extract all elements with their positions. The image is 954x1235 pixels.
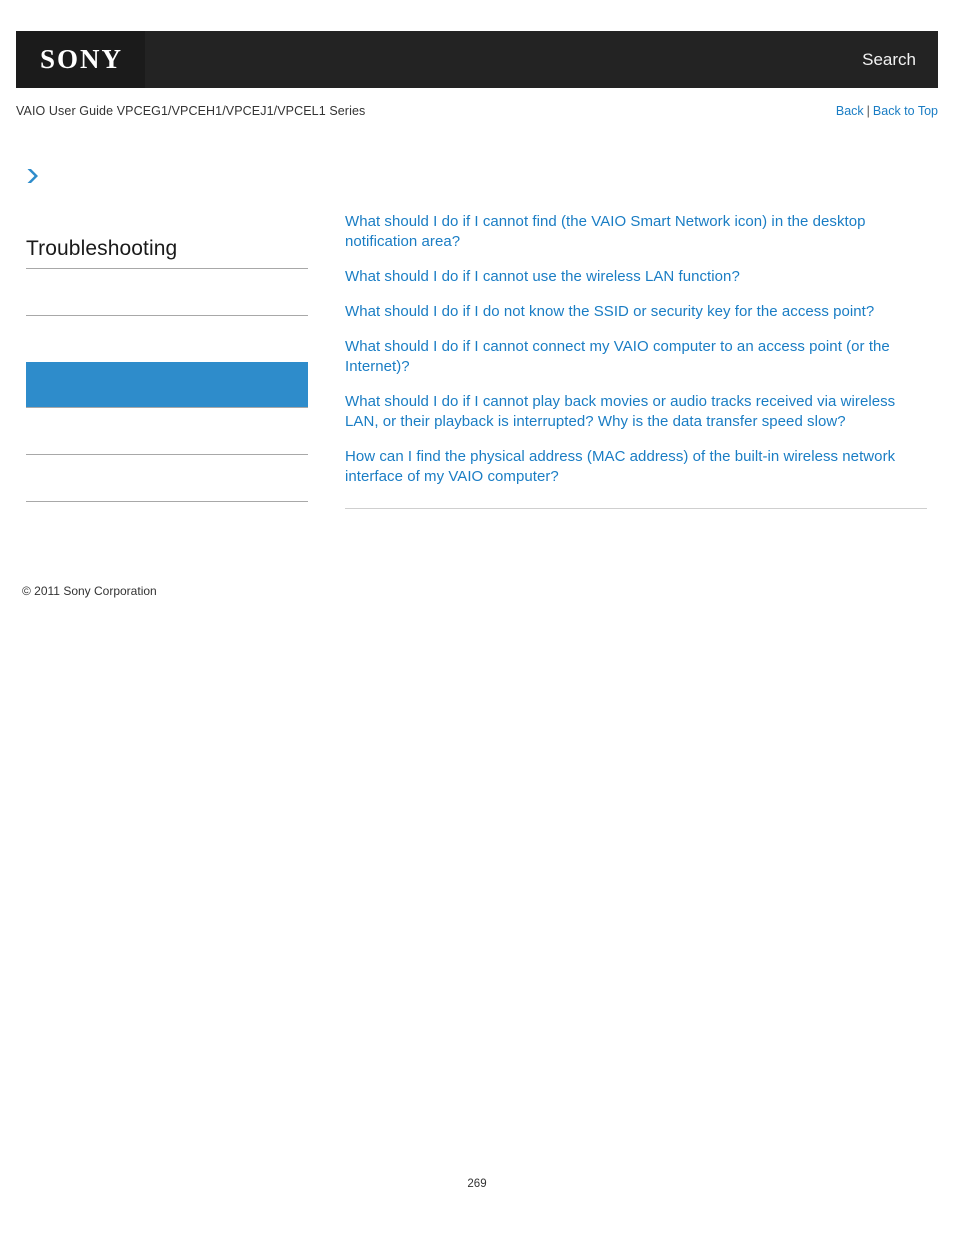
back-to-top-link[interactable]: Back to Top — [873, 104, 938, 118]
question-link[interactable]: What should I do if I do not know the SS… — [345, 302, 925, 322]
sidebar-item-active[interactable] — [26, 362, 308, 407]
breadcrumb[interactable] — [26, 168, 308, 198]
main-content: What should I do if I cannot find (the V… — [345, 212, 927, 509]
sidebar-item-2[interactable] — [26, 316, 308, 362]
nav-separator: | — [866, 104, 870, 118]
search-button[interactable]: Search — [862, 50, 938, 70]
sidebar: Troubleshooting — [26, 168, 308, 502]
content-divider — [345, 508, 927, 509]
back-link[interactable]: Back — [836, 104, 864, 118]
guide-title: VAIO User Guide VPCEG1/VPCEH1/VPCEJ1/VPC… — [16, 104, 366, 118]
header-nav-links: Back | Back to Top — [836, 104, 938, 118]
question-link[interactable]: How can I find the physical address (MAC… — [345, 447, 925, 487]
page-title: Troubleshooting — [26, 237, 178, 260]
chevron-right-icon — [27, 169, 38, 183]
sidebar-divider — [26, 501, 308, 502]
sidebar-item-4[interactable] — [26, 408, 308, 454]
page-number: 269 — [467, 1178, 487, 1190]
page-root: SONY Search VAIO User Guide VPCEG1/VPCEH… — [0, 0, 954, 1235]
guide-subheader: VAIO User Guide VPCEG1/VPCEH1/VPCEJ1/VPC… — [16, 100, 938, 122]
question-link[interactable]: What should I do if I cannot play back m… — [345, 392, 925, 432]
sidebar-item-1[interactable] — [26, 269, 308, 315]
sidebar-item-5[interactable] — [26, 455, 308, 501]
site-header: SONY Search — [16, 31, 938, 88]
sony-logo-text: SONY — [39, 44, 123, 74]
question-link[interactable]: What should I do if I cannot use the wir… — [345, 267, 925, 287]
question-link[interactable]: What should I do if I cannot connect my … — [345, 337, 925, 377]
sony-logo[interactable]: SONY — [16, 31, 145, 88]
copyright-notice: © 2011 Sony Corporation — [22, 584, 157, 598]
question-link[interactable]: What should I do if I cannot find (the V… — [345, 212, 925, 252]
